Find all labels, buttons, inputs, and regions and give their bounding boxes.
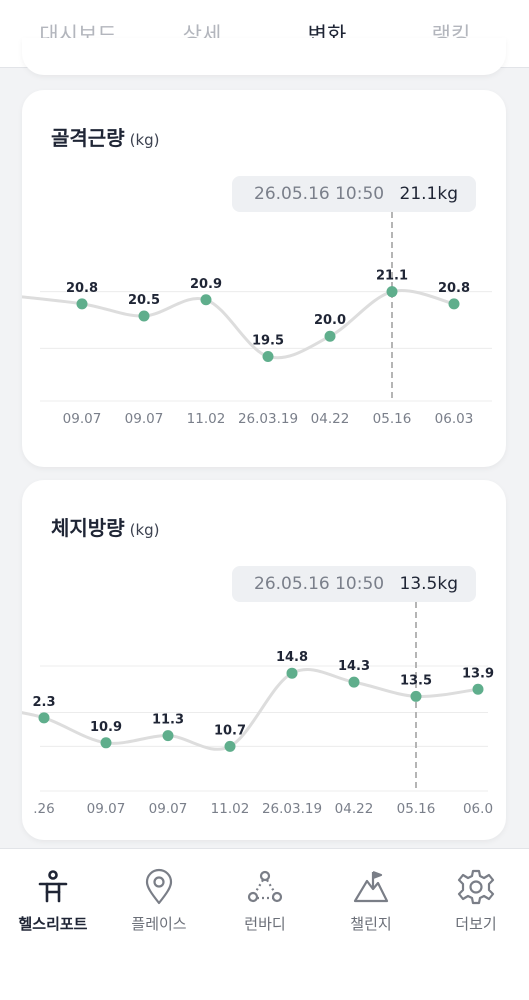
x-tick-label: 06.03 xyxy=(435,411,474,427)
nav-label: 런바디 xyxy=(244,915,286,933)
data-point xyxy=(100,737,112,749)
data-point xyxy=(262,350,274,362)
nav-health-report[interactable]: 헬스리포트 xyxy=(0,867,106,934)
data-label: 11.3 xyxy=(152,713,184,728)
x-tick-label: 06.0 xyxy=(463,801,493,817)
previous-card-bottom xyxy=(22,38,506,75)
data-point xyxy=(76,298,88,310)
nav-more[interactable]: 더보기 xyxy=(423,867,529,934)
x-tick-label: 26.03.19 xyxy=(262,801,322,817)
data-point xyxy=(448,298,460,310)
skeletal-muscle-line-chart[interactable]: 20.8 09.07 20.5 09.07 20.9 11.02 19.5 26.03.19 2… xyxy=(22,90,506,467)
data-point xyxy=(386,286,398,298)
nav-label: 플레이스 xyxy=(131,915,187,933)
x-tick-label: 05.16 xyxy=(373,411,412,427)
data-label: 21.1 xyxy=(376,269,408,284)
data-label: 2.3 xyxy=(32,695,55,710)
data-label: 14.3 xyxy=(338,659,370,674)
x-tick-label: 04.22 xyxy=(311,411,350,427)
data-point xyxy=(348,676,360,688)
nav-challenge[interactable]: 챌린지 xyxy=(318,867,424,934)
health-report-icon xyxy=(38,870,68,903)
body-fat-line-chart[interactable]: 2.3 .26 10.9 09.07 11.3 09.07 10.7 11.02 14.8 26.… xyxy=(22,480,506,840)
runbody-icon xyxy=(247,870,283,903)
x-tick-label: .26 xyxy=(33,801,54,817)
challenge-flag-icon xyxy=(353,870,389,903)
data-label: 19.5 xyxy=(252,333,284,348)
data-label: 13.9 xyxy=(462,666,494,681)
x-tick-label: 11.02 xyxy=(187,411,226,427)
x-tick-label: 26.03.19 xyxy=(238,411,298,427)
x-tick-label: 04.22 xyxy=(335,801,374,817)
data-label: 13.5 xyxy=(400,673,432,688)
data-label: 20.8 xyxy=(66,281,98,296)
data-point xyxy=(162,730,174,742)
nav-place[interactable]: 플레이스 xyxy=(106,867,212,934)
series-line xyxy=(22,289,455,360)
data-point xyxy=(286,667,298,679)
nav-label: 더보기 xyxy=(455,915,497,933)
data-point xyxy=(324,330,336,342)
data-point xyxy=(38,712,50,724)
x-tick-label: 09.07 xyxy=(63,411,102,427)
nav-label: 헬스리포트 xyxy=(18,915,88,933)
x-tick-label: 05.16 xyxy=(397,801,436,817)
x-tick-label: 11.02 xyxy=(211,801,250,817)
data-label: 20.9 xyxy=(190,277,222,292)
data-point xyxy=(138,310,150,322)
data-label: 10.9 xyxy=(90,720,122,735)
data-label: 10.7 xyxy=(214,723,246,738)
data-point xyxy=(224,740,236,752)
data-label: 20.0 xyxy=(314,313,346,328)
nav-runbody[interactable]: 런바디 xyxy=(212,867,318,934)
data-label: 20.8 xyxy=(438,281,470,296)
body-fat-card: 체지방량 (kg) 26.05.16 10:50 13.5kg 2.3.26 10… xyxy=(22,480,506,840)
place-pin-icon xyxy=(145,868,173,905)
data-point xyxy=(472,683,484,695)
data-label: 20.5 xyxy=(128,293,160,308)
x-tick-label: 09.07 xyxy=(149,801,188,817)
data-label: 14.8 xyxy=(276,650,308,665)
data-point xyxy=(200,294,212,306)
data-point xyxy=(410,690,422,702)
x-tick-label: 09.07 xyxy=(125,411,164,427)
nav-label: 챌린지 xyxy=(350,915,392,933)
bottom-navigation: 헬스리포트 플레이스 런바디 챌린지 더보기 xyxy=(0,848,529,1000)
skeletal-muscle-card: 골격근량 (kg) 26.05.16 10:50 21.1kg 20.8 09.0… xyxy=(22,90,506,467)
x-tick-label: 09.07 xyxy=(87,801,126,817)
gear-icon xyxy=(457,869,495,905)
